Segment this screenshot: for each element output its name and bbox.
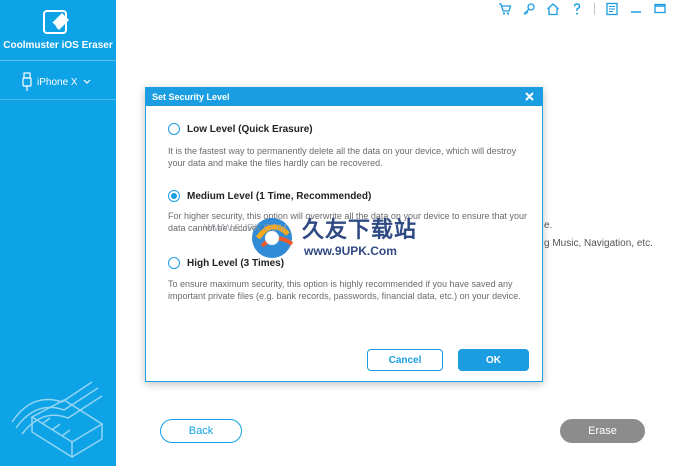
option-title: High Level (3 Times): [187, 257, 285, 269]
option-description: To ensure maximum security, this option …: [168, 279, 521, 301]
eraser-logo-icon: [43, 10, 69, 34]
erase-button[interactable]: Erase: [560, 419, 645, 443]
eraser-illustration-icon: [11, 381, 104, 459]
usb-icon: [22, 72, 32, 91]
cart-icon[interactable]: [498, 2, 512, 16]
chevron-down-icon: [83, 79, 91, 84]
feedback-icon[interactable]: [605, 2, 619, 16]
sidebar: Coolmuster iOS Eraser iPhone X: [0, 0, 116, 466]
device-label: iPhone X: [37, 76, 78, 88]
radio-high-level[interactable]: [168, 257, 180, 269]
device-selector[interactable]: iPhone X: [22, 70, 91, 94]
option-medium-level[interactable]: Medium Level (1 Time, Recommended): [168, 190, 371, 202]
title-toolbar: [498, 2, 667, 16]
key-icon[interactable]: [522, 2, 536, 16]
security-level-dialog: Set Security Level Low Level (Quick Eras…: [145, 87, 543, 382]
home-icon[interactable]: [546, 2, 560, 16]
option-low-level[interactable]: Low Level (Quick Erasure): [168, 123, 313, 135]
background-text: e.: [544, 220, 553, 231]
ok-button[interactable]: OK: [458, 349, 529, 371]
sidebar-divider: [0, 99, 116, 100]
toolbar-separator: [594, 3, 595, 15]
radio-low-level[interactable]: [168, 123, 180, 135]
cancel-button[interactable]: Cancel: [367, 349, 443, 371]
app-title: Coolmuster iOS Eraser: [3, 40, 113, 51]
radio-medium-level[interactable]: [168, 190, 180, 202]
option-title: Low Level (Quick Erasure): [187, 123, 313, 135]
option-title: Medium Level (1 Time, Recommended): [187, 190, 372, 202]
sidebar-divider: [0, 60, 116, 61]
dialog-title: Set Security Level: [152, 92, 230, 102]
option-description: It is the fastest way to permanently del…: [168, 146, 517, 168]
back-button[interactable]: Back: [160, 419, 242, 443]
background-text: g Music, Navigation, etc.: [544, 238, 653, 249]
dialog-header: Set Security Level: [146, 88, 542, 106]
help-icon[interactable]: [570, 2, 584, 16]
option-high-level[interactable]: High Level (3 Times): [168, 257, 284, 269]
close-icon[interactable]: [523, 90, 536, 103]
option-description: For higher security, this option will ov…: [168, 211, 528, 233]
maximize-icon[interactable]: [653, 2, 667, 16]
minimize-icon[interactable]: [629, 2, 643, 16]
